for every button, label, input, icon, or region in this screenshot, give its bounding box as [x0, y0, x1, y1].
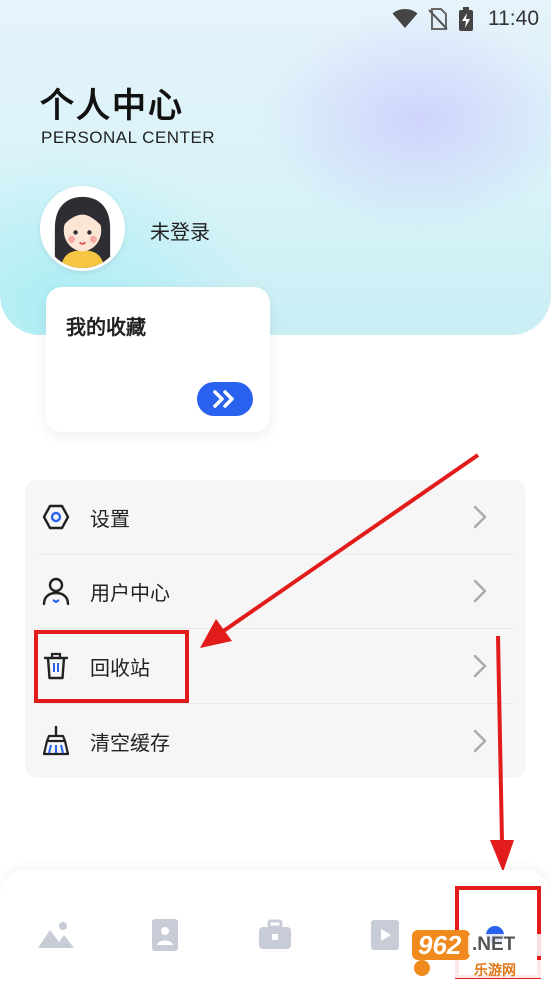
- watermark-site: 乐游网: [474, 963, 516, 979]
- tab-toolbox-icon[interactable]: [255, 915, 295, 955]
- tab-photo-card-icon[interactable]: [145, 915, 185, 955]
- watermark-net: .NET: [472, 934, 516, 955]
- tab-video-icon[interactable]: [365, 915, 405, 955]
- annotation-arrows: [200, 453, 514, 872]
- watermark-962-logo: 962 .NET 乐游网: [412, 928, 548, 979]
- tab-image-mountain-icon[interactable]: [36, 915, 76, 955]
- annotation-box-recycle-bin: [34, 630, 189, 703]
- watermark-brand: 962: [418, 930, 462, 960]
